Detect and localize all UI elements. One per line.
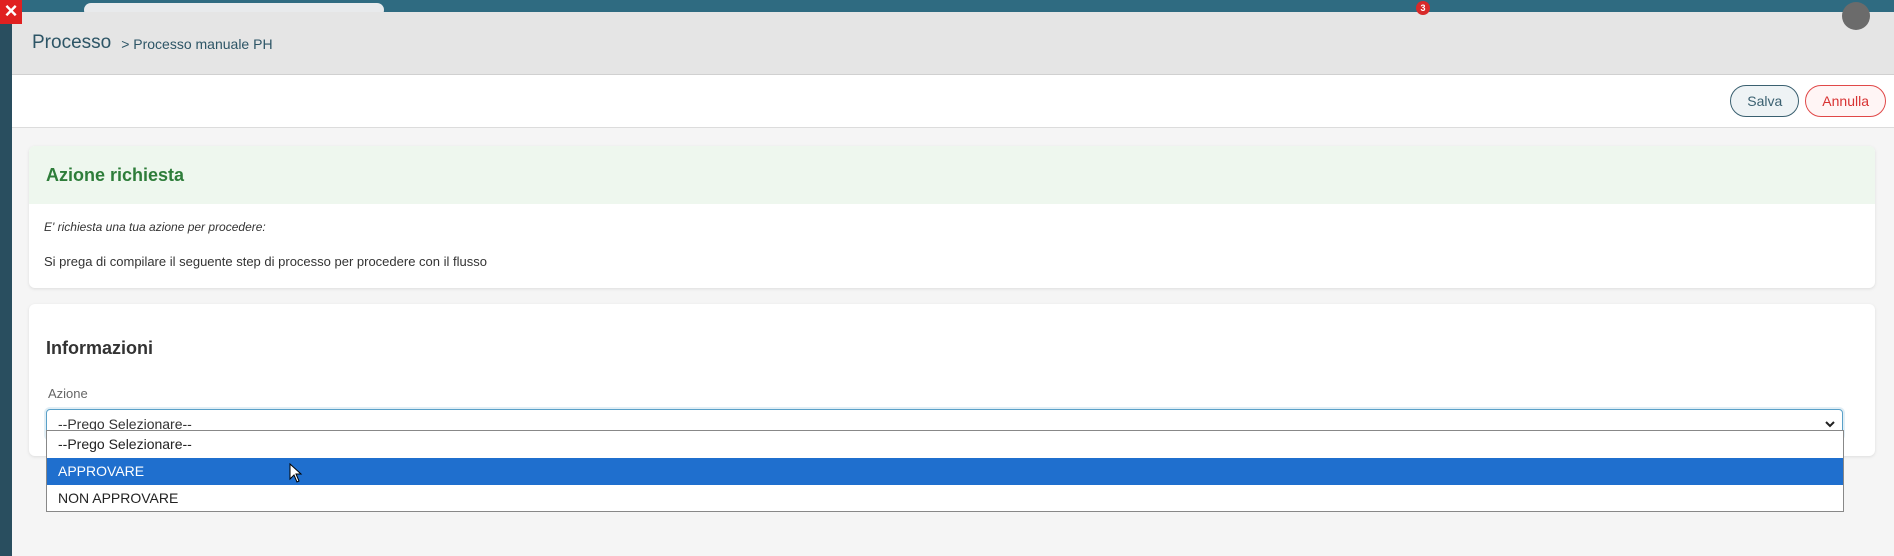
action-required-card: Azione richiesta E' richiesta una tua az… — [29, 146, 1875, 288]
dropdown-option[interactable]: NON APPROVARE — [47, 485, 1843, 512]
cancel-button[interactable]: Annulla — [1805, 85, 1886, 117]
dropdown-option[interactable]: --Prego Selezionare-- — [47, 431, 1843, 458]
breadcrumb[interactable]: > Processo manuale PH — [121, 36, 272, 52]
mouse-cursor-icon — [289, 463, 303, 483]
modal-header: Processo > Processo manuale PH — [12, 12, 1894, 75]
azione-field-label: Azione — [48, 386, 88, 401]
modal-toolbar: Salva Annulla — [12, 75, 1894, 128]
close-icon[interactable]: × — [0, 0, 22, 24]
info-card-title: Informazioni — [46, 338, 153, 358]
action-card-body: E' richiesta una tua azione per proceder… — [29, 204, 1875, 269]
modal-title: Processo — [32, 32, 112, 53]
dropdown-option[interactable]: APPROVARE — [47, 458, 1843, 485]
action-card-italic-text: E' richiesta una tua azione per proceder… — [44, 220, 266, 234]
save-button[interactable]: Salva — [1730, 85, 1800, 117]
azione-dropdown-list: --Prego Selezionare-- APPROVARE NON APPR… — [46, 430, 1844, 512]
notification-badge[interactable]: 3 — [1416, 1, 1430, 15]
action-card-header: Azione richiesta — [29, 146, 1875, 204]
action-card-text: Si prega di compilare il seguente step d… — [44, 254, 487, 269]
action-card-title: Azione richiesta — [46, 164, 185, 185]
app-sidebar-strip — [0, 0, 12, 556]
user-avatar[interactable] — [1842, 2, 1870, 30]
